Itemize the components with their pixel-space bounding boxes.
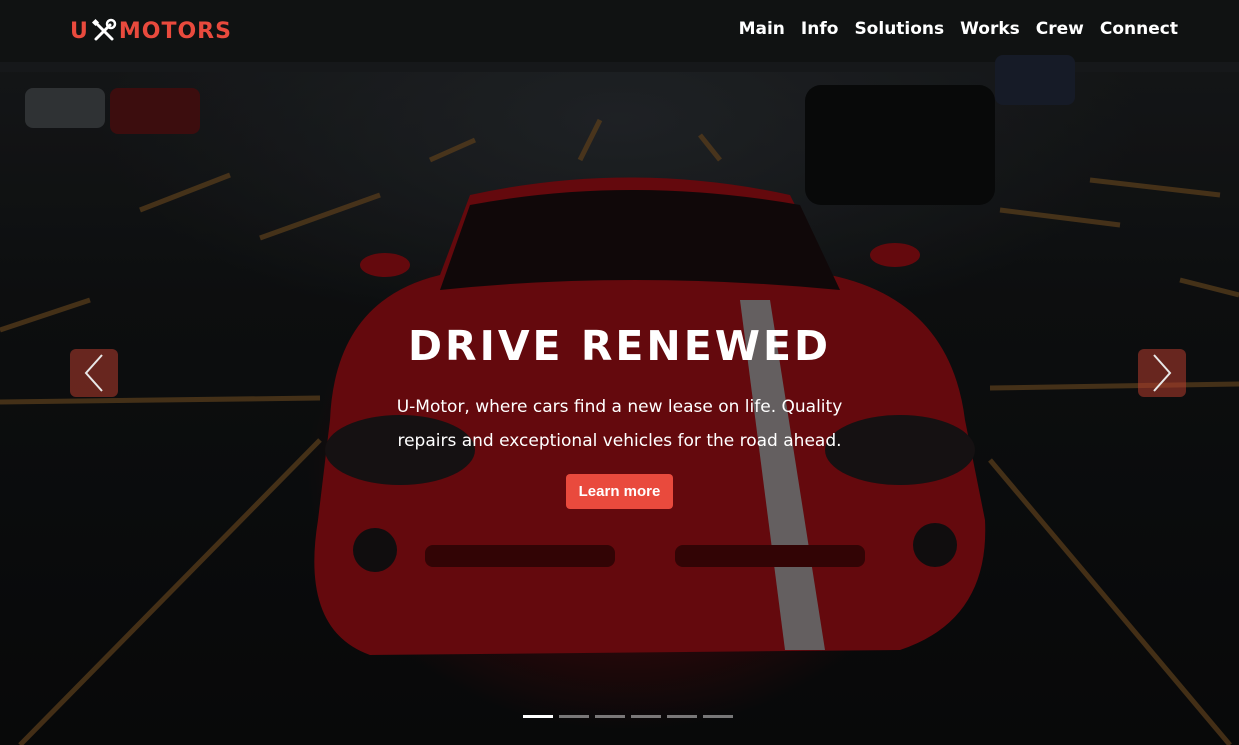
- wrench-screwdriver-icon: [91, 18, 117, 41]
- brand-logo[interactable]: U MOTORS: [70, 17, 232, 45]
- nav-link-works[interactable]: Works: [960, 19, 1020, 39]
- brand-name-suffix: MOTORS: [118, 18, 232, 44]
- nav-link-crew[interactable]: Crew: [1036, 19, 1084, 39]
- carousel-indicators: [523, 715, 733, 718]
- carousel-indicator-3[interactable]: [595, 715, 625, 718]
- learn-more-button[interactable]: Learn more: [565, 474, 674, 509]
- hero-title: DRIVE RENEWED: [407, 322, 832, 370]
- carousel-indicator-1[interactable]: [523, 715, 553, 718]
- carousel-indicator-6[interactable]: [703, 715, 733, 718]
- nav-link-info[interactable]: Info: [801, 19, 839, 39]
- carousel-indicator-2[interactable]: [559, 715, 589, 718]
- nav-link-main[interactable]: Main: [739, 19, 785, 39]
- brand-name-prefix: U: [70, 18, 89, 44]
- nav-link-solutions[interactable]: Solutions: [854, 19, 944, 39]
- hero-subtitle: U-Motor, where cars find a new lease on …: [396, 397, 843, 451]
- carousel-indicator-4[interactable]: [631, 715, 661, 718]
- carousel-indicator-5[interactable]: [667, 715, 697, 718]
- main-nav: Main Info Solutions Works Crew Connect: [739, 19, 1178, 39]
- hero-content: DRIVE RENEWED U-Motor, where cars find a…: [0, 318, 1239, 509]
- hero-carousel: U MOTORS Main Info Solutions Works Crew …: [0, 0, 1239, 745]
- nav-link-connect[interactable]: Connect: [1100, 19, 1178, 39]
